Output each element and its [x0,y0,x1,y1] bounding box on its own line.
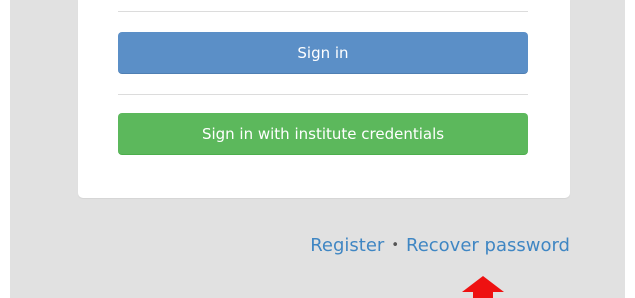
red-up-arrow-icon [462,276,504,298]
institute-sign-in-button[interactable]: Sign in with institute credentials [118,113,528,155]
top-divider [118,11,528,12]
link-separator: • [391,238,399,253]
middle-divider [118,94,528,95]
register-link[interactable]: Register [310,235,384,256]
footer-links: Register • Recover password [310,235,570,256]
sign-in-button[interactable]: Sign in [118,32,528,74]
login-card [78,0,570,198]
recover-password-link[interactable]: Recover password [406,235,570,256]
